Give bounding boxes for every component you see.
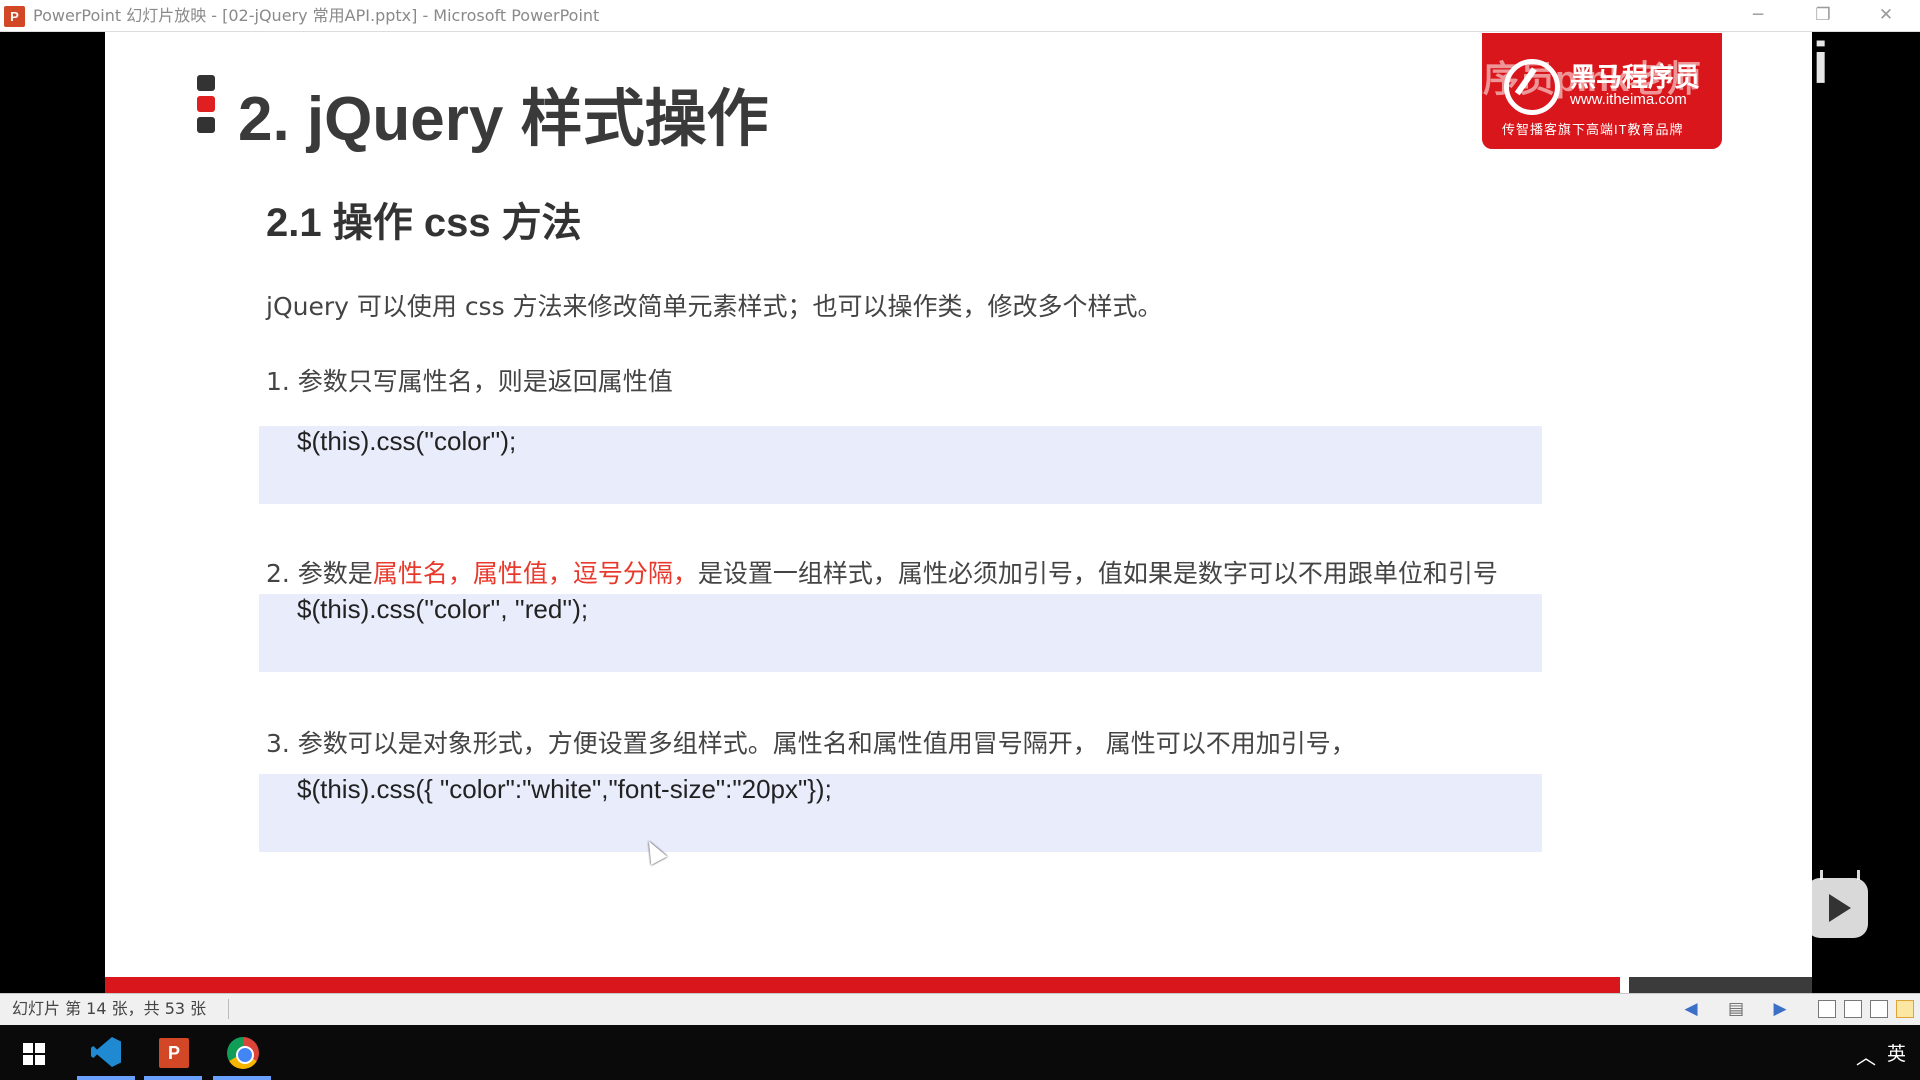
- slide-title: 2. jQuery 样式操作: [238, 85, 769, 154]
- powerpoint-app-icon[interactable]: P: [4, 6, 25, 27]
- item-2-prefix: 2. 参数是: [266, 559, 373, 588]
- vscode-icon: [91, 1037, 121, 1067]
- section-heading: 2.1 操作 css 方法: [266, 201, 582, 245]
- slideshow-left-margin: [0, 32, 105, 1004]
- logo-slogan: 传智播客旗下高端IT教育品牌: [1502, 122, 1684, 137]
- minimize-button[interactable]: ─: [1735, 0, 1781, 32]
- powerpoint-icon: P: [159, 1038, 189, 1068]
- close-button[interactable]: ✕: [1863, 0, 1909, 32]
- normal-view-icon[interactable]: [1818, 1000, 1836, 1018]
- code-block-1: $(this).css(''color'');: [259, 426, 1542, 504]
- ime-indicator[interactable]: 英: [1887, 1039, 1906, 1066]
- item-2-highlight: 属性名，属性值，逗号分隔，: [372, 559, 698, 588]
- status-separator: [228, 999, 229, 1019]
- tray-overflow-icon[interactable]: ︿: [1856, 1041, 1876, 1070]
- slideshow-view-icon[interactable]: [1896, 1000, 1914, 1018]
- taskbar-chrome[interactable]: [213, 1025, 271, 1080]
- chrome-icon: [227, 1037, 259, 1069]
- code-2: $(this).css(''color'', ''red'');: [297, 594, 589, 624]
- window-titlebar: P PowerPoint 幻灯片放映 - [02-jQuery 常用API.pp…: [0, 0, 1920, 32]
- slide-footer-bar-gray: [1629, 977, 1812, 994]
- slideshow-right-margin: [1812, 32, 1920, 1004]
- code-1: $(this).css(''color'');: [297, 426, 517, 456]
- item-2-suffix: 是设置一组样式，属性必须加引号，值如果是数字可以不用跟单位和引号: [697, 559, 1498, 588]
- slide[interactable]: 2. jQuery 样式操作 黑马程序员 www.itheima.com 传智播…: [105, 32, 1812, 994]
- slide-counter: 幻灯片 第 14 张，共 53 张: [12, 999, 207, 1018]
- code-block-3: $(this).css({ "color":"white","font-size…: [259, 774, 1542, 852]
- code-block-2: $(this).css(''color'', ''red'');: [259, 594, 1542, 672]
- title-marker-icon: [197, 75, 215, 133]
- window-title: PowerPoint 幻灯片放映 - [02-jQuery 常用API.pptx…: [33, 6, 600, 25]
- taskbar-powerpoint[interactable]: P: [144, 1025, 202, 1080]
- intro-text: jQuery 可以使用 css 方法来修改简单元素样式；也可以操作类，修改多个样…: [266, 292, 1163, 321]
- item-3-text: 3. 参数可以是对象形式，方便设置多组样式。属性名和属性值用冒号隔开， 属性可以…: [266, 729, 1356, 758]
- watermark-text: 黑马程序员pink老师: [1375, 58, 1702, 99]
- taskbar-vscode[interactable]: [77, 1025, 135, 1080]
- slide-menu-icon[interactable]: ▤: [1725, 998, 1747, 1020]
- bilibili-logo-icon: bili: [1745, 31, 1829, 96]
- taskbar: P ︿ 英: [0, 1025, 1920, 1080]
- code-3: $(this).css({ "color":"white","font-size…: [297, 774, 832, 804]
- item-1-text: 1. 参数只写属性名，则是返回属性值: [266, 367, 673, 396]
- bilibili-play-icon[interactable]: [1806, 878, 1868, 938]
- status-bar: 幻灯片 第 14 张，共 53 张 ◀ ▤ ▶: [0, 993, 1920, 1025]
- reading-view-icon[interactable]: [1870, 1000, 1888, 1018]
- previous-slide-icon[interactable]: ◀: [1680, 998, 1702, 1020]
- next-slide-icon[interactable]: ▶: [1769, 998, 1791, 1020]
- slide-footer-bar: [105, 977, 1620, 994]
- restore-button[interactable]: ❐: [1800, 0, 1846, 32]
- windows-start-icon[interactable]: [23, 1043, 46, 1066]
- slide-sorter-view-icon[interactable]: [1844, 1000, 1862, 1018]
- item-2-text: 2. 参数是属性名，属性值，逗号分隔，是设置一组样式，属性必须加引号，值如果是数…: [266, 554, 1498, 590]
